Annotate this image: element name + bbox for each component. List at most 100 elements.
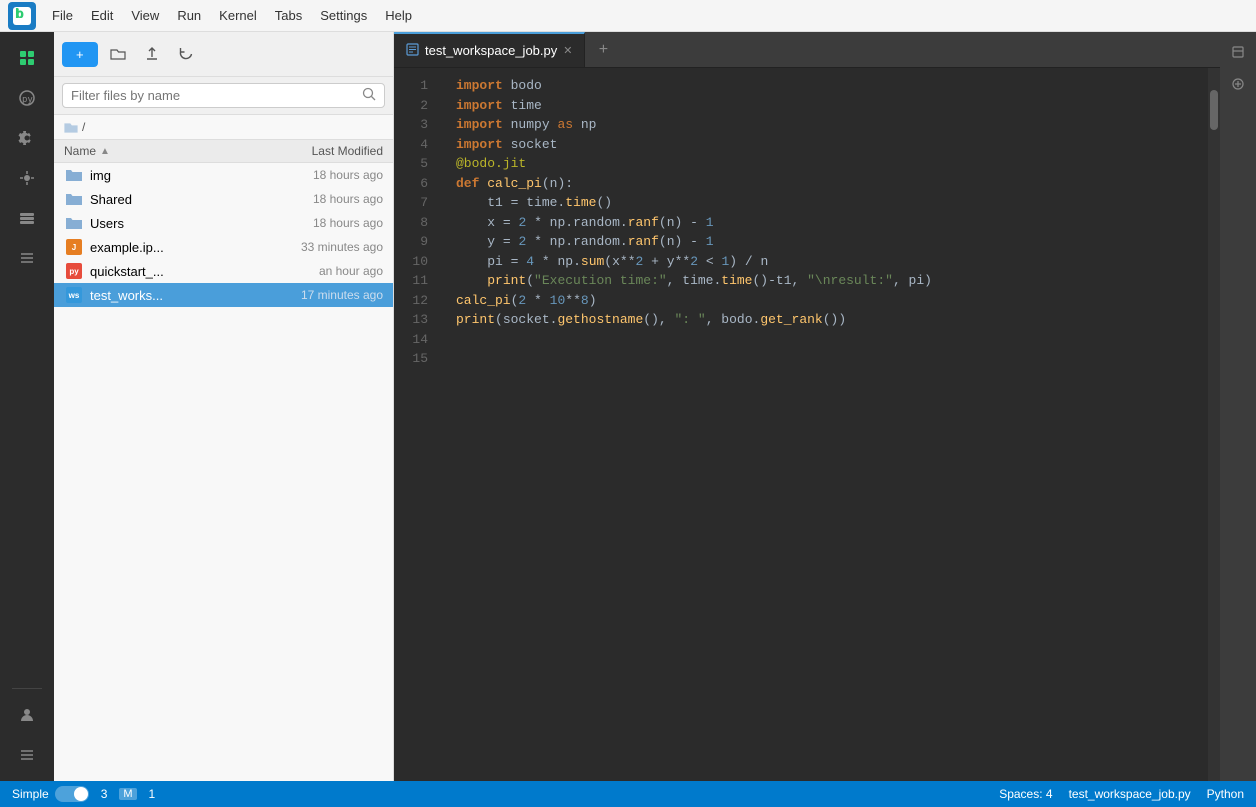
cursor-line: 3 bbox=[101, 787, 108, 801]
right-icon-2[interactable] bbox=[1224, 70, 1252, 98]
sidebar-item-settings[interactable] bbox=[9, 120, 45, 156]
simple-toggle[interactable]: Simple bbox=[12, 786, 89, 802]
sidebar-item-list[interactable] bbox=[9, 240, 45, 276]
sidebar-item-menu[interactable] bbox=[9, 737, 45, 773]
sort-arrow-icon: ▲ bbox=[100, 146, 110, 157]
sidebar-item-layers[interactable] bbox=[9, 200, 45, 236]
file-time-example: 33 minutes ago bbox=[253, 240, 383, 254]
search-input-wrap bbox=[62, 83, 385, 108]
py-icon-quickstart: py bbox=[64, 263, 84, 279]
tab-file-name: test_workspace_job.py bbox=[425, 43, 557, 58]
code-line-1: import bodo bbox=[440, 76, 1208, 96]
cursor-mode-icon: M bbox=[119, 788, 136, 800]
sidebar-item-deploy[interactable] bbox=[9, 160, 45, 196]
tab-file-icon bbox=[406, 43, 419, 59]
code-content[interactable]: import bodo import time import numpy as … bbox=[440, 68, 1208, 781]
file-name-img: img bbox=[90, 168, 253, 183]
file-toolbar: + bbox=[54, 32, 393, 77]
menu-file[interactable]: File bbox=[44, 6, 81, 25]
file-row-example[interactable]: J example.ip... 33 minutes ago bbox=[54, 235, 393, 259]
code-editor: 12345 678910 1112131415 import bodo impo… bbox=[394, 68, 1220, 781]
menu-view[interactable]: View bbox=[123, 6, 167, 25]
folder-icon-users bbox=[64, 215, 84, 231]
file-row-test-workspace[interactable]: ws test_works... 17 minutes ago bbox=[54, 283, 393, 307]
file-name-users: Users bbox=[90, 216, 253, 231]
menu-kernel[interactable]: Kernel bbox=[211, 6, 265, 25]
code-line-4: import socket bbox=[440, 135, 1208, 155]
file-name-test: test_works... bbox=[90, 288, 253, 303]
header-modified: Last Modified bbox=[253, 144, 383, 158]
scrollbar-thumb[interactable] bbox=[1210, 90, 1218, 130]
file-name-quickstart: quickstart_... bbox=[90, 264, 253, 279]
file-list-header[interactable]: Name ▲ Last Modified bbox=[54, 140, 393, 163]
icon-sidebar: py bbox=[0, 32, 54, 781]
new-button[interactable]: + bbox=[62, 42, 98, 67]
file-row-users[interactable]: Users 18 hours ago bbox=[54, 211, 393, 235]
toggle-track[interactable] bbox=[55, 786, 89, 802]
sidebar-item-python[interactable]: py bbox=[9, 80, 45, 116]
file-panel: + / Name bbox=[54, 32, 394, 781]
code-line-15: print(socket.gethostname(), ": ", bodo.g… bbox=[440, 310, 1208, 330]
code-line-7: def calc_pi(n): bbox=[440, 174, 1208, 194]
simple-label: Simple bbox=[12, 787, 49, 801]
new-tab-button[interactable]: + bbox=[589, 36, 617, 64]
status-left: Simple 3 M 1 bbox=[12, 786, 155, 802]
ws-icon-test: ws bbox=[64, 287, 84, 303]
file-name-shared: Shared bbox=[90, 192, 253, 207]
line-numbers: 12345 678910 1112131415 bbox=[394, 68, 440, 781]
editor-area: test_workspace_job.py ✕ + 12345 678910 1… bbox=[394, 32, 1220, 781]
menubar: b File Edit View Run Kernel Tabs Setting… bbox=[0, 0, 1256, 32]
menu-help[interactable]: Help bbox=[377, 6, 420, 25]
main-layout: py + bbox=[0, 32, 1256, 781]
file-row-img[interactable]: img 18 hours ago bbox=[54, 163, 393, 187]
file-row-quickstart[interactable]: py quickstart_... an hour ago bbox=[54, 259, 393, 283]
sidebar-item-files[interactable] bbox=[9, 40, 45, 76]
menu-settings[interactable]: Settings bbox=[312, 6, 375, 25]
file-name-example: example.ip... bbox=[90, 240, 253, 255]
file-time-img: 18 hours ago bbox=[253, 168, 383, 182]
language-label: Python bbox=[1207, 787, 1244, 801]
search-row bbox=[54, 77, 393, 115]
file-row-shared[interactable]: Shared 18 hours ago bbox=[54, 187, 393, 211]
code-line-2: import time bbox=[440, 96, 1208, 116]
upload-button[interactable] bbox=[138, 40, 166, 68]
file-time-shared: 18 hours ago bbox=[253, 192, 383, 206]
folder-icon-img bbox=[64, 167, 84, 183]
spaces-label: Spaces: 4 bbox=[999, 787, 1052, 801]
vertical-scrollbar[interactable] bbox=[1208, 68, 1220, 781]
sidebar-item-user[interactable] bbox=[9, 697, 45, 733]
folder-icon-shared bbox=[64, 191, 84, 207]
refresh-button[interactable] bbox=[172, 40, 200, 68]
status-bar: Simple 3 M 1 Spaces: 4 test_workspace_jo… bbox=[0, 781, 1256, 807]
code-line-11: pi = 4 * np.sum(x**2 + y**2 < 1) / n bbox=[440, 252, 1208, 272]
breadcrumb: / bbox=[54, 115, 393, 140]
app-logo: b bbox=[8, 2, 36, 30]
menu-tabs[interactable]: Tabs bbox=[267, 6, 310, 25]
code-line-9: x = 2 * np.random.ranf(n) - 1 bbox=[440, 213, 1208, 233]
sidebar-divider bbox=[12, 688, 42, 689]
menu-run[interactable]: Run bbox=[169, 6, 209, 25]
tab-close-button[interactable]: ✕ bbox=[563, 44, 572, 57]
cursor-col: 1 bbox=[149, 787, 156, 801]
logo-mark: b bbox=[13, 7, 31, 25]
file-name-status: test_workspace_job.py bbox=[1069, 787, 1191, 801]
code-line-8: t1 = time.time() bbox=[440, 193, 1208, 213]
tab-bar: test_workspace_job.py ✕ + bbox=[394, 32, 1220, 68]
code-line-10: y = 2 * np.random.ranf(n) - 1 bbox=[440, 232, 1208, 252]
file-time-users: 18 hours ago bbox=[253, 216, 383, 230]
toggle-thumb bbox=[74, 787, 88, 801]
open-folder-button[interactable] bbox=[104, 40, 132, 68]
ipynb-icon-example: J bbox=[64, 239, 84, 255]
file-time-test: 17 minutes ago bbox=[253, 288, 383, 302]
right-icon-1[interactable] bbox=[1224, 38, 1252, 66]
file-list: img 18 hours ago Shared 18 hours ago Use… bbox=[54, 163, 393, 781]
search-icon bbox=[362, 87, 376, 104]
editor-tab-active[interactable]: test_workspace_job.py ✕ bbox=[394, 32, 585, 67]
svg-text:py: py bbox=[22, 95, 33, 105]
menu-edit[interactable]: Edit bbox=[83, 6, 121, 25]
search-input[interactable] bbox=[71, 88, 362, 103]
code-line-14: calc_pi(2 * 10**8) bbox=[440, 291, 1208, 311]
header-name: Name ▲ bbox=[64, 144, 253, 158]
breadcrumb-path: / bbox=[82, 120, 85, 134]
code-line-3: import numpy as np bbox=[440, 115, 1208, 135]
